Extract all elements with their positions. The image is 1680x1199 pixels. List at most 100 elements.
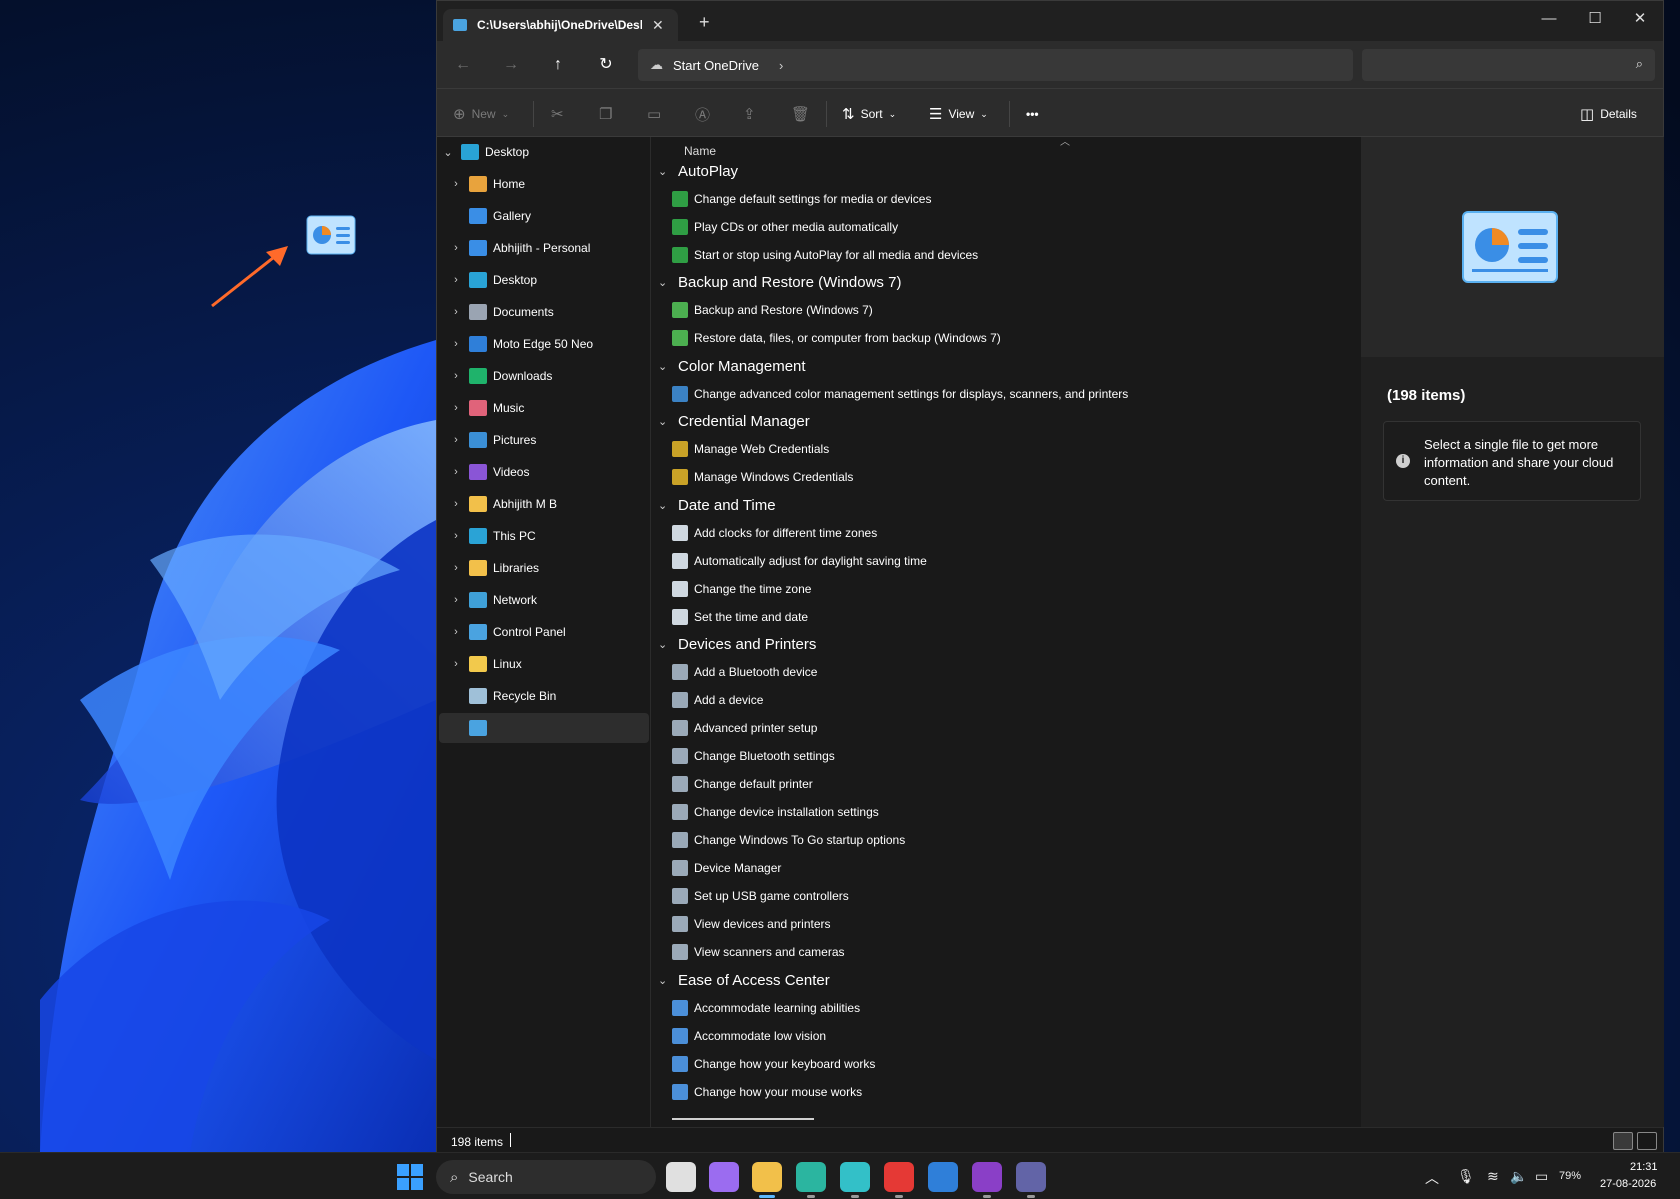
share-button[interactable]: ⇪ xyxy=(743,103,756,125)
list-item[interactable]: Change the time zone xyxy=(672,577,811,601)
chevron-right-icon[interactable]: › xyxy=(447,306,465,318)
start-button[interactable] xyxy=(397,1164,423,1190)
new-button[interactable]: ⊕ New ⌄ xyxy=(453,103,509,125)
details-button[interactable]: ◫ Details xyxy=(1580,103,1637,125)
delete-button[interactable]: 🗑 xyxy=(791,103,810,125)
list-item[interactable]: Add clocks for different time zones xyxy=(672,521,877,545)
list-item[interactable]: Add a device xyxy=(672,688,763,712)
taskbar-search-box[interactable]: ⌕ Search xyxy=(436,1160,656,1194)
search-input[interactable]: ⌕ xyxy=(1362,49,1655,81)
chevron-down-icon[interactable]: ⌄ xyxy=(658,499,670,512)
volume-icon[interactable]: 🔈 xyxy=(1510,1168,1527,1185)
close-window-button[interactable]: ✕ xyxy=(1620,7,1660,31)
nav-item-moto-edge-50-neo[interactable]: › Moto Edge 50 Neo xyxy=(439,329,649,359)
battery-icon[interactable]: ▭ xyxy=(1535,1168,1548,1185)
list-item[interactable]: Set the time and date xyxy=(672,605,808,629)
column-name-header[interactable]: Name xyxy=(684,144,716,158)
chevron-down-icon[interactable]: ⌄ xyxy=(658,276,670,289)
rename-button[interactable]: Ⓐ xyxy=(695,103,710,125)
show-hidden-icons-icon[interactable]: ︿ xyxy=(1425,1168,1439,1188)
list-item[interactable]: View scanners and cameras xyxy=(672,940,845,964)
teams-icon[interactable] xyxy=(1016,1162,1046,1192)
forward-button[interactable]: → xyxy=(497,53,525,77)
list-item[interactable]: View devices and printers xyxy=(672,912,831,936)
chevron-right-icon[interactable]: › xyxy=(447,402,465,414)
group-header[interactable]: ⌄ Color Management xyxy=(658,354,806,378)
list-item[interactable]: Change how your mouse works xyxy=(672,1080,862,1104)
nav-item-abhijith-m-b[interactable]: › Abhijith M B xyxy=(439,489,649,519)
nav-item-desktop[interactable]: › Desktop xyxy=(439,265,649,295)
group-header[interactable]: ⌄ AutoPlay xyxy=(658,159,738,183)
more-options-button[interactable]: ••• xyxy=(1026,103,1039,125)
nav-item-libraries[interactable]: › Libraries xyxy=(439,553,649,583)
group-header[interactable]: ⌄ Date and Time xyxy=(658,493,776,517)
control-panel-desktop-icon[interactable] xyxy=(306,215,356,255)
chevron-right-icon[interactable]: › xyxy=(447,658,465,670)
list-item[interactable]: Device Manager xyxy=(672,856,781,880)
chevron-right-icon[interactable]: › xyxy=(447,338,465,350)
edge-profile-icon[interactable] xyxy=(840,1162,870,1192)
nav-item-videos[interactable]: › Videos xyxy=(439,457,649,487)
nav-item-this-pc[interactable]: › This PC xyxy=(439,521,649,551)
list-item[interactable]: Change advanced color management setting… xyxy=(672,382,1128,406)
nav-item-downloads[interactable]: › Downloads xyxy=(439,361,649,391)
chevron-right-icon[interactable]: › xyxy=(447,594,465,606)
list-item[interactable]: Change Windows To Go startup options xyxy=(672,828,905,852)
microphone-icon[interactable]: 🎙 xyxy=(1457,1168,1475,1185)
list-item[interactable]: Manage Windows Credentials xyxy=(672,465,853,489)
copy-button[interactable]: ❐ xyxy=(599,103,612,125)
horizontal-scrollbar[interactable] xyxy=(672,1118,814,1120)
details-view-toggle[interactable] xyxy=(1613,1132,1633,1150)
group-header[interactable]: ⌄ Backup and Restore (Windows 7) xyxy=(658,271,901,295)
chevron-down-icon[interactable]: ⌄ xyxy=(439,146,457,159)
new-tab-button[interactable]: + xyxy=(699,12,710,33)
list-item[interactable]: Change Bluetooth settings xyxy=(672,744,835,768)
nav-item-network[interactable]: › Network xyxy=(439,585,649,615)
list-item[interactable]: Start or stop using AutoPlay for all med… xyxy=(672,243,978,267)
chevron-right-icon[interactable]: › xyxy=(447,178,465,190)
chevron-right-icon[interactable]: › xyxy=(447,530,465,542)
list-item[interactable]: Accommodate learning abilities xyxy=(672,996,860,1020)
minimize-button[interactable]: — xyxy=(1529,7,1569,31)
nav-item-gallery[interactable]: Gallery xyxy=(439,201,649,231)
nav-item-control-panel[interactable]: › Control Panel xyxy=(439,617,649,647)
refresh-button[interactable]: ↻ xyxy=(592,53,620,77)
chevron-down-icon[interactable]: ⌄ xyxy=(658,360,670,373)
list-item[interactable]: Change default printer xyxy=(672,772,813,796)
nav-root-desktop[interactable]: ⌄ Desktop xyxy=(439,137,649,167)
nav-item-recycle-bin[interactable]: Recycle Bin xyxy=(439,681,649,711)
list-item[interactable]: Manage Web Credentials xyxy=(672,437,829,461)
nav-item-home[interactable]: › Home xyxy=(439,169,649,199)
list-item[interactable]: Backup and Restore (Windows 7) xyxy=(672,298,873,322)
back-button[interactable]: ← xyxy=(449,53,477,77)
large-icons-view-toggle[interactable] xyxy=(1637,1132,1657,1150)
chevron-right-icon[interactable]: › xyxy=(447,434,465,446)
sort-button[interactable]: ⇅ Sort ⌄ xyxy=(842,103,896,125)
cut-button[interactable]: ✂ xyxy=(551,103,564,125)
chevron-right-icon[interactable]: › xyxy=(447,466,465,478)
chevron-right-icon[interactable]: › xyxy=(447,498,465,510)
list-item[interactable]: Play CDs or other media automatically xyxy=(672,215,898,239)
task-view-icon[interactable] xyxy=(666,1162,696,1192)
copilot-icon[interactable] xyxy=(709,1162,739,1192)
chevron-right-icon[interactable]: › xyxy=(447,370,465,382)
chevron-right-icon[interactable]: › xyxy=(447,274,465,286)
chevron-right-icon[interactable]: › xyxy=(447,562,465,574)
file-explorer-icon[interactable] xyxy=(752,1162,782,1192)
clock-date[interactable]: 27-08-2026 xyxy=(1600,1178,1656,1190)
nav-item-linux[interactable]: › Linux xyxy=(439,649,649,679)
list-item[interactable]: Change device installation settings xyxy=(672,800,879,824)
list-item[interactable]: Accommodate low vision xyxy=(672,1024,826,1048)
clock-time[interactable]: 21:31 xyxy=(1630,1161,1658,1173)
list-item[interactable]: Change default settings for media or dev… xyxy=(672,187,931,211)
nav-item-documents[interactable]: › Documents xyxy=(439,297,649,327)
group-header[interactable]: ⌄ Ease of Access Center xyxy=(658,968,830,992)
list-item[interactable]: Restore data, files, or computer from ba… xyxy=(672,326,1001,350)
group-header[interactable]: ⌄ Devices and Printers xyxy=(658,633,816,657)
chevron-down-icon[interactable]: ⌄ xyxy=(658,638,670,651)
onenote-icon[interactable] xyxy=(972,1162,1002,1192)
list-item[interactable]: Change how your keyboard works xyxy=(672,1052,875,1076)
bing-icon[interactable] xyxy=(928,1162,958,1192)
chevron-right-icon[interactable]: › xyxy=(447,626,465,638)
chevron-right-icon[interactable]: › xyxy=(447,242,465,254)
